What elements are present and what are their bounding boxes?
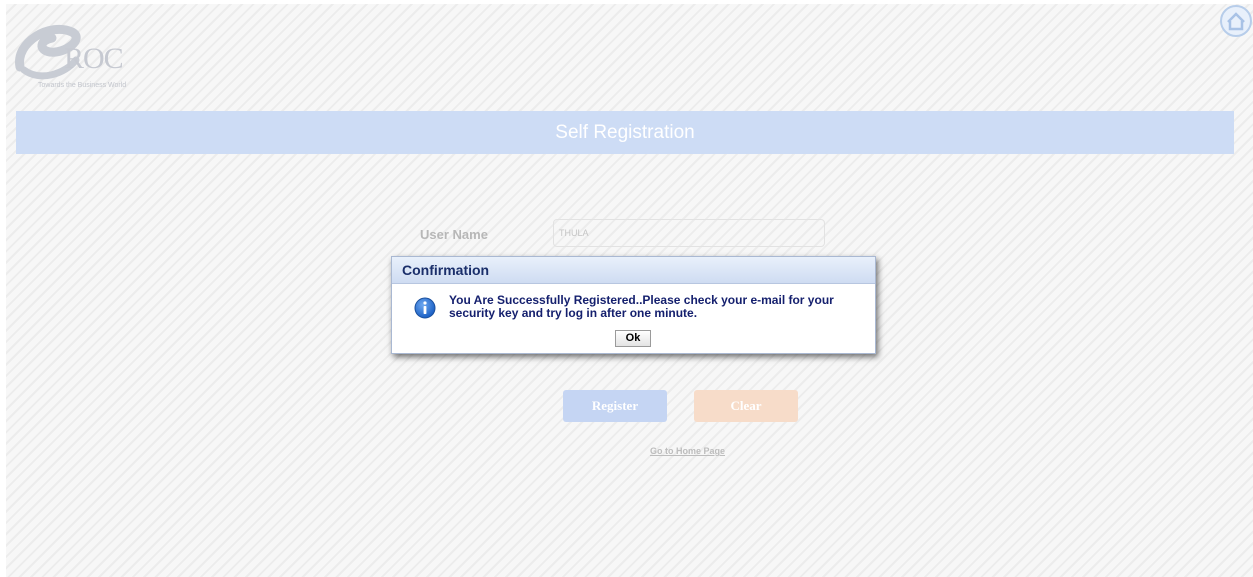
- logo-tagline: Towards the Business World: [38, 82, 127, 89]
- clear-button[interactable]: Clear: [694, 390, 798, 422]
- info-icon: [414, 297, 436, 319]
- page-title: Self Registration: [16, 111, 1234, 154]
- home-icon[interactable]: [1219, 4, 1253, 38]
- dialog-message: You Are Successfully Registered..Please …: [449, 293, 834, 320]
- username-input[interactable]: [553, 219, 825, 247]
- dialog-header: Confirmation: [392, 257, 875, 284]
- username-label: User Name: [420, 227, 488, 242]
- confirmation-dialog: Confirmation You Are Successfully Regist…: [391, 256, 876, 354]
- dialog-title: Confirmation: [402, 262, 490, 278]
- ok-button[interactable]: Ok: [615, 330, 651, 347]
- go-home-link[interactable]: Go to Home Page: [650, 446, 725, 456]
- logo-text: ROC: [64, 42, 124, 75]
- logo: ROC Towards the Business World: [10, 12, 180, 92]
- register-button[interactable]: Register: [563, 390, 667, 422]
